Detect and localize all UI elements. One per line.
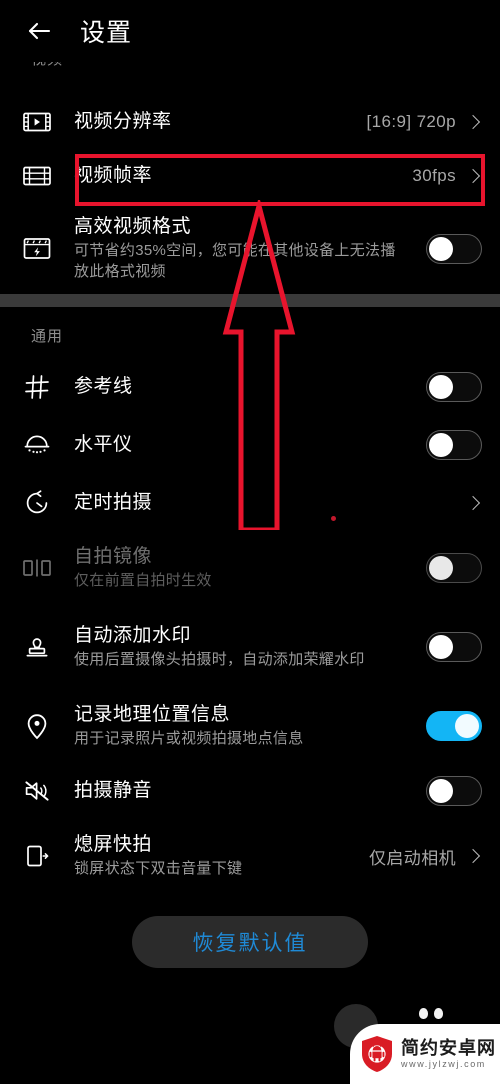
toggle-record-location[interactable] (426, 711, 482, 741)
setting-row-timer-capture[interactable]: 定时拍摄 (0, 474, 500, 532)
section-label-general: 通用 (31, 328, 64, 345)
grid-lines-icon (0, 374, 74, 400)
setting-value: [16:9] 720p (366, 112, 456, 131)
efficient-video-format-icon (0, 236, 74, 262)
back-arrow-icon[interactable] (22, 14, 56, 48)
chevron-right-icon (466, 495, 482, 511)
setting-text-block: 自动添加水印 使用后置摄像头拍摄时，自动添加荣耀水印 (74, 624, 426, 670)
level-meter-icon (0, 433, 74, 457)
setting-value: 仅启动相机 (369, 848, 456, 868)
setting-text-block: 记录地理位置信息 用于记录照片或视频拍摄地点信息 (74, 703, 426, 749)
toggle-knob (429, 635, 453, 659)
toggle-knob (429, 237, 453, 261)
section-divider (0, 294, 500, 307)
toggle-shutter-mute[interactable] (426, 776, 482, 806)
toggle-auto-watermark[interactable] (426, 632, 482, 662)
setting-subtitle: 仅在前置自拍时生效 (74, 571, 212, 589)
setting-text-block: 拍摄静音 (74, 779, 426, 803)
chevron-right-icon (466, 114, 482, 130)
android-shield-logo (362, 1036, 392, 1072)
setting-row-auto-watermark[interactable]: 自动添加水印 使用后置摄像头拍摄时，自动添加荣耀水印 (0, 604, 500, 690)
timer-icon (0, 490, 74, 516)
setting-row-grid-lines[interactable]: 参考线 (0, 358, 500, 416)
setting-title: 水平仪 (74, 434, 133, 456)
toggle-knob (455, 714, 479, 738)
toggle-knob (429, 375, 453, 399)
video-resolution-icon (0, 110, 74, 134)
setting-title: 记录地理位置信息 (74, 703, 231, 725)
setting-row-screen-off-capture[interactable]: 熄屏快拍 锁屏状态下双击音量下键 仅启动相机 (0, 820, 500, 892)
watermark-text: 简约安卓网 www.jylzwj.com (401, 1037, 496, 1070)
camera-settings-screen: 设置 视频 视频分辨率 [16:9] 720p (0, 0, 500, 1084)
setting-title: 熄屏快拍 (74, 833, 153, 855)
setting-row-video-framerate[interactable]: 视频帧率 30fps (0, 148, 500, 204)
setting-text-block: 自拍镜像 仅在前置自拍时生效 (74, 545, 426, 591)
setting-title: 视频帧率 (74, 165, 153, 187)
setting-title: 定时拍摄 (74, 492, 153, 514)
page-title: 设置 (80, 19, 133, 47)
toggle-grid-lines[interactable] (426, 372, 482, 402)
setting-row-video-resolution[interactable]: 视频分辨率 [16:9] 720p (0, 96, 500, 148)
toggle-knob (429, 779, 453, 803)
setting-title: 高效视频格式 (74, 216, 192, 238)
toggle-mirror-selfie[interactable] (426, 553, 482, 583)
location-pin-icon (0, 713, 74, 740)
setting-text-block: 熄屏快拍 锁屏状态下双击音量下键 (74, 833, 369, 879)
setting-row-shutter-mute[interactable]: 拍摄静音 (0, 762, 500, 820)
watermark-site-url: www.jylzwj.com (401, 1059, 486, 1070)
red-dot-annotation (331, 516, 336, 521)
setting-title: 视频分辨率 (74, 111, 172, 133)
setting-row-mirror-selfie[interactable]: 自拍镜像 仅在前置自拍时生效 (0, 532, 500, 604)
setting-subtitle: 用于记录照片或视频拍摄地点信息 (74, 729, 304, 747)
toggle-efficient-video-format[interactable] (426, 234, 482, 264)
setting-text-block: 视频分辨率 (74, 110, 367, 134)
watermark-stamp-icon (0, 634, 74, 660)
setting-title: 拍摄静音 (74, 780, 153, 802)
restore-defaults-button[interactable]: 恢复默认值 (132, 916, 368, 968)
setting-text-block: 视频帧率 (74, 164, 412, 188)
setting-row-level-meter[interactable]: 水平仪 (0, 416, 500, 474)
setting-title: 自拍镜像 (74, 545, 153, 567)
setting-subtitle: 锁屏状态下双击音量下键 (74, 859, 243, 877)
watermark-site-name: 简约安卓网 (401, 1037, 496, 1058)
section-label-video-clipped: 视频 (0, 62, 500, 96)
setting-subtitle: 使用后置摄像头拍摄时，自动添加荣耀水印 (74, 650, 365, 668)
setting-subtitle: 可节省约35%空间，您可能在其他设备上无法播放此格式视频 (74, 242, 396, 280)
chevron-right-icon (466, 168, 482, 184)
video-framerate-icon (0, 164, 74, 188)
restore-defaults-area: 恢复默认值 (0, 916, 500, 968)
setting-value: 30fps (412, 166, 456, 185)
toggle-level-meter[interactable] (426, 430, 482, 460)
setting-row-efficient-video-format[interactable]: 高效视频格式 可节省约35%空间，您可能在其他设备上无法播放此格式视频 (0, 204, 500, 294)
setting-text-block: 水平仪 (74, 433, 426, 457)
app-header: 设置 (0, 0, 500, 62)
screen-off-quick-capture-icon (0, 842, 74, 870)
setting-text-block: 定时拍摄 (74, 491, 464, 515)
section-label-video-text: 视频 (31, 62, 63, 69)
toggle-knob (429, 433, 453, 457)
setting-row-record-location[interactable]: 记录地理位置信息 用于记录照片或视频拍摄地点信息 (0, 690, 500, 762)
chevron-right-icon (466, 848, 482, 864)
watermark-dots-decoration (416, 1008, 446, 1022)
site-watermark: 简约安卓网 www.jylzwj.com (350, 1008, 500, 1084)
setting-title: 自动添加水印 (74, 624, 192, 646)
setting-text-block: 参考线 (74, 375, 426, 399)
setting-text-block: 高效视频格式 可节省约35%空间，您可能在其他设备上无法播放此格式视频 (74, 215, 426, 282)
mute-speaker-icon (0, 778, 74, 804)
toggle-knob (429, 556, 453, 580)
setting-title: 参考线 (74, 376, 133, 398)
mirror-selfie-icon (0, 557, 74, 579)
